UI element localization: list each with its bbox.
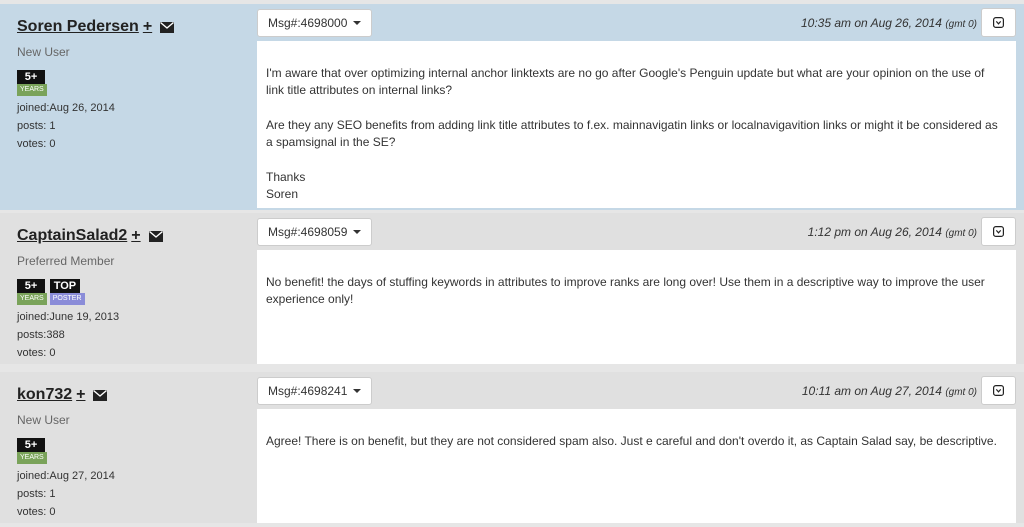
- vote-count: votes: 0: [17, 138, 56, 150]
- badge-list: 5+ YEARS: [17, 70, 256, 96]
- post-4698059: CaptainSalad2 + Preferred Member 5+ YEAR…: [0, 213, 1024, 364]
- post-signature: Thanks Soren: [266, 169, 1000, 203]
- chevron-down-box-icon: [993, 17, 1004, 28]
- author-role: Preferred Member: [17, 254, 115, 268]
- badge-list: 5+ YEARS TOP POSTER: [17, 279, 256, 305]
- envelope-icon[interactable]: [160, 21, 175, 33]
- post-timestamp: 10:35 am on Aug 26, 2014 (gmt 0): [801, 16, 977, 30]
- timestamp-gmt: (gmt 0): [945, 228, 977, 239]
- message-id-dropdown[interactable]: Msg#:4698000: [257, 9, 373, 37]
- badge-top-text: 5+: [17, 279, 45, 293]
- follow-button[interactable]: +: [76, 386, 85, 404]
- chevron-down-box-icon: [993, 226, 1004, 237]
- badge-top-text: TOP: [49, 279, 81, 293]
- badge-bottom-text: YEARS: [17, 84, 47, 96]
- caret-down-icon: [353, 21, 362, 25]
- badge-bottom-text: POSTER: [49, 293, 85, 305]
- post-paragraph: I'm aware that over optimizing internal …: [266, 66, 985, 97]
- years-badge: 5+ YEARS: [17, 438, 47, 464]
- post-options-button[interactable]: [981, 8, 1016, 37]
- post-4698241: kon732 + New User 5+ YEARS joined:Aug 27…: [0, 372, 1024, 523]
- joined-date: joined:Aug 26, 2014: [17, 102, 115, 114]
- post-4698000: Soren Pedersen + New User 5+ YEARS joine…: [0, 4, 1024, 210]
- badge-bottom-text: YEARS: [17, 293, 47, 305]
- signature-line: Thanks: [266, 170, 306, 184]
- post-paragraph: Agree! There is on benefit, but they are…: [266, 434, 997, 448]
- post-paragraph: No benefit! the days of stuffing keyword…: [266, 275, 985, 306]
- author-panel: Soren Pedersen + New User 5+ YEARS joine…: [0, 4, 256, 210]
- author-name-link[interactable]: Soren Pedersen: [17, 18, 139, 36]
- badge-top-text: 5+: [17, 70, 45, 84]
- badge-top-text: 5+: [17, 438, 45, 452]
- author-row: CaptainSalad2 +: [17, 226, 256, 246]
- message-id-label: Msg#:4698241: [268, 384, 348, 398]
- post-count: posts: 1: [17, 488, 56, 500]
- author-panel: kon732 + New User 5+ YEARS joined:Aug 27…: [0, 372, 256, 523]
- author-panel: CaptainSalad2 + Preferred Member 5+ YEAR…: [0, 213, 256, 364]
- signature-line: Soren: [266, 187, 299, 201]
- follow-button[interactable]: +: [143, 18, 152, 36]
- years-badge: 5+ YEARS: [17, 279, 47, 305]
- follow-button[interactable]: +: [131, 227, 140, 245]
- joined-date: joined:June 19, 2013: [17, 311, 120, 323]
- years-badge: 5+ YEARS: [17, 70, 47, 96]
- top-poster-badge: TOP POSTER: [49, 279, 85, 305]
- badge-bottom-text: YEARS: [17, 452, 47, 464]
- caret-down-icon: [353, 230, 362, 234]
- thread: Soren Pedersen + New User 5+ YEARS joine…: [0, 0, 1024, 527]
- post-content: No benefit! the days of stuffing keyword…: [257, 250, 1016, 364]
- author-name-link[interactable]: kon732: [17, 386, 72, 404]
- post-count: posts:388: [17, 329, 65, 341]
- post-timestamp: 10:11 am on Aug 27, 2014 (gmt 0): [802, 384, 977, 398]
- author-role: New User: [17, 45, 70, 59]
- post-timestamp: 1:12 pm on Aug 26, 2014 (gmt 0): [808, 225, 977, 239]
- post-options-button[interactable]: [981, 376, 1016, 405]
- vote-count: votes: 0: [17, 506, 56, 518]
- joined-date: joined:Aug 27, 2014: [17, 470, 115, 482]
- author-role: New User: [17, 413, 70, 427]
- author-row: kon732 +: [17, 385, 256, 405]
- timestamp-time: 10:11 am on Aug 27, 2014: [801, 384, 942, 398]
- envelope-icon[interactable]: [93, 389, 108, 401]
- timestamp-gmt: (gmt 0): [945, 387, 977, 398]
- post-body-area: Msg#:4698059 1:12 pm on Aug 26, 2014 (gm…: [256, 213, 1024, 364]
- message-id-dropdown[interactable]: Msg#:4698059: [257, 218, 373, 246]
- post-content: I'm aware that over optimizing internal …: [257, 41, 1016, 208]
- vote-count: votes: 0: [17, 347, 56, 359]
- post-options-button[interactable]: [981, 217, 1016, 246]
- timestamp-time: 10:35 am on Aug 26, 2014: [800, 16, 942, 30]
- author-row: Soren Pedersen +: [17, 17, 256, 37]
- message-id-label: Msg#:4698059: [268, 225, 348, 239]
- timestamp-gmt: (gmt 0): [945, 19, 977, 30]
- post-body-area: Msg#:4698000 10:35 am on Aug 26, 2014 (g…: [256, 4, 1024, 210]
- message-id-dropdown[interactable]: Msg#:4698241: [257, 377, 373, 405]
- message-id-label: Msg#:4698000: [268, 16, 348, 30]
- timestamp-time: 1:12 pm on Aug 26, 2014: [807, 225, 942, 239]
- post-body-area: Msg#:4698241 10:11 am on Aug 27, 2014 (g…: [256, 372, 1024, 523]
- post-content: Agree! There is on benefit, but they are…: [257, 409, 1016, 523]
- badge-list: 5+ YEARS: [17, 438, 256, 464]
- envelope-icon[interactable]: [148, 230, 163, 242]
- post-paragraph: Are they any SEO benefits from adding li…: [266, 118, 998, 149]
- post-count: posts: 1: [17, 120, 56, 132]
- caret-down-icon: [353, 389, 362, 393]
- chevron-down-box-icon: [993, 385, 1004, 396]
- author-name-link[interactable]: CaptainSalad2: [17, 227, 127, 245]
